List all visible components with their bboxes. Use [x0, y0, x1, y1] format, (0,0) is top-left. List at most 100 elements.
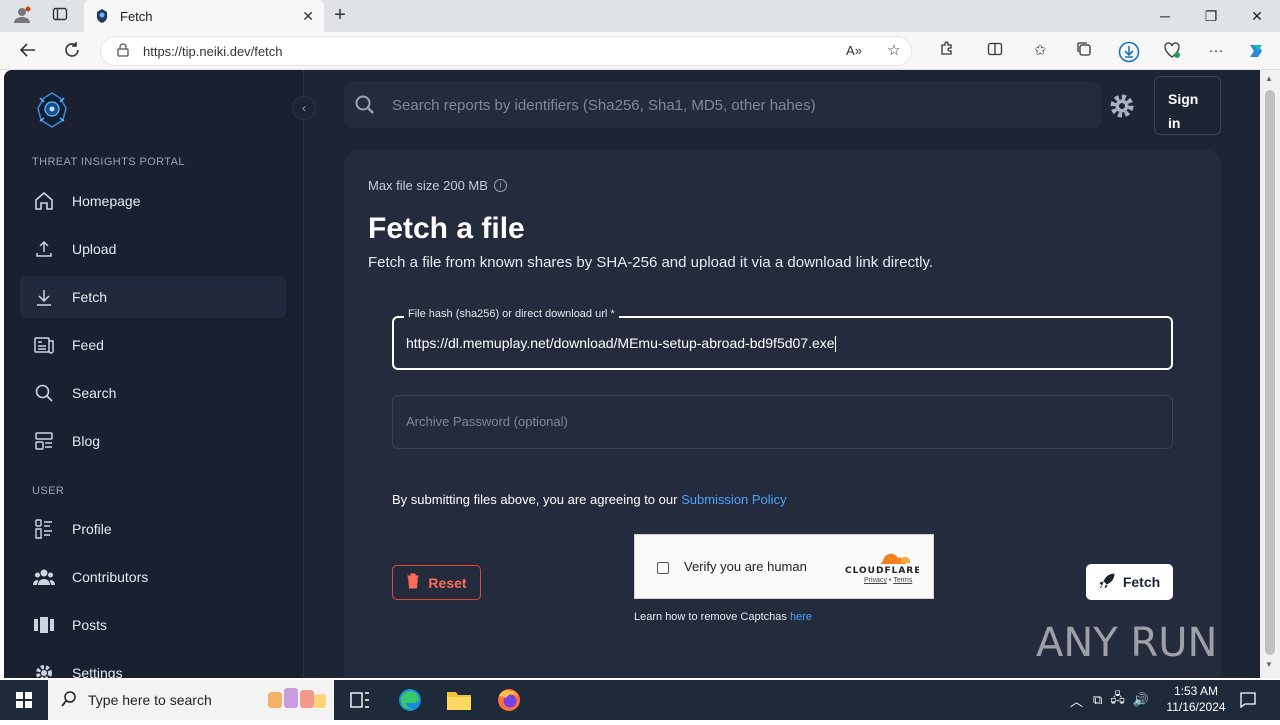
tab-title: Fetch: [120, 8, 153, 24]
sidebar-item-profile[interactable]: Profile: [20, 508, 286, 550]
archive-password-field[interactable]: Archive Password (optional): [392, 395, 1173, 449]
edge-browser-icon[interactable]: [394, 684, 426, 716]
taskbar-search-input[interactable]: Type here to search: [48, 680, 334, 720]
max-file-size-text: Max file size 200 MB: [368, 178, 488, 193]
cloudflare-logo-icon: CLOUDFLARE: [843, 549, 920, 580]
url-text: https://tip.neiki.dev/fetch: [143, 43, 283, 59]
search-icon: [32, 381, 56, 405]
sidebar-item-label: Search: [72, 385, 117, 401]
sidebar-item-blog[interactable]: Blog: [20, 420, 286, 462]
page-scrollbar[interactable]: ▲ ▼: [1260, 70, 1280, 678]
sidebar-item-feed[interactable]: Feed: [20, 324, 286, 366]
sidebar-item-label: Feed: [72, 337, 104, 353]
extensions-icon[interactable]: [937, 41, 957, 61]
submission-policy-note: By submitting files above, you are agree…: [392, 492, 787, 507]
address-toolbar: https://tip.neiki.dev/fetch A» ☆ ✩ ···: [0, 32, 1280, 70]
sidebar-item-label: Blog: [72, 433, 101, 449]
tab-fetch[interactable]: Fetch ✕: [84, 0, 324, 32]
sidebar-item-posts[interactable]: Posts: [20, 604, 286, 646]
search-icon: [354, 94, 376, 120]
tray-device-icon[interactable]: ⧉: [1093, 692, 1102, 708]
captcha-terms-link[interactable]: Terms: [893, 577, 912, 584]
site-favicon-icon: [97, 9, 107, 23]
captcha-links: Privacy • Terms: [864, 577, 912, 584]
collapse-sidebar-chevron-icon[interactable]: ‹: [292, 96, 316, 120]
favorite-star-icon[interactable]: ☆: [884, 41, 904, 61]
info-icon[interactable]: i: [493, 179, 507, 192]
split-screen-icon[interactable]: [985, 41, 1005, 61]
more-menu-icon[interactable]: ···: [1206, 41, 1226, 61]
captcha-note-text: Learn how to remove Captchas: [634, 611, 787, 623]
sidebar-item-label: Posts: [72, 617, 108, 633]
network-icon[interactable]: 🖧: [1110, 689, 1125, 711]
captcha-privacy-link[interactable]: Privacy: [864, 577, 887, 584]
scroll-down-icon[interactable]: ▼: [1265, 660, 1273, 669]
sidebar-item-upload[interactable]: Upload: [20, 228, 286, 270]
sidebar-item-label: Profile: [72, 521, 112, 537]
search-highlight-icon: [264, 686, 328, 717]
close-window-icon[interactable]: ✕: [1234, 0, 1280, 32]
volume-icon[interactable]: 🔊: [1133, 692, 1149, 708]
firefox-icon[interactable]: [493, 684, 525, 716]
settings-gear-icon[interactable]: [1108, 92, 1136, 120]
section-label-portal: THREAT INSIGHTS PORTAL: [32, 156, 185, 168]
collections-icon[interactable]: [1074, 41, 1094, 61]
reset-button[interactable]: Reset: [392, 565, 481, 600]
taskbar-clock[interactable]: 1:53 AM 11/16/2024: [1164, 683, 1228, 715]
sidebar-item-fetch[interactable]: Fetch: [20, 276, 286, 318]
sidebar-item-label: Settings: [72, 665, 123, 678]
captcha-separator: •: [888, 577, 892, 584]
windows-taskbar: Type here to search ︿ ⧉ 🖧 🔊 1:53 AM 11/1…: [0, 680, 1280, 720]
task-view-icon[interactable]: [344, 684, 376, 716]
sidebar-item-settings[interactable]: Settings: [20, 652, 286, 678]
captcha-help-link[interactable]: here: [790, 611, 812, 623]
favorites-icon[interactable]: ✩: [1030, 41, 1050, 61]
back-icon[interactable]: [18, 41, 38, 61]
sign-in-button[interactable]: Sign in: [1154, 76, 1221, 135]
feed-icon: [32, 333, 56, 357]
cloudflare-captcha-widget: Verify you are human CLOUDFLARE Privacy …: [634, 534, 934, 599]
read-aloud-icon[interactable]: A»: [844, 41, 864, 61]
tray-chevron-up-icon[interactable]: ︿: [1070, 691, 1083, 710]
sidebar-item-search[interactable]: Search: [20, 372, 286, 414]
refresh-icon[interactable]: [62, 41, 82, 61]
policy-text: By submitting files above, you are agree…: [392, 492, 678, 507]
sidebar-item-label: Homepage: [72, 193, 141, 209]
clock-time: 1:53 AM: [1173, 684, 1219, 698]
captcha-checkbox[interactable]: [657, 562, 669, 574]
fetch-label: Fetch: [1122, 574, 1161, 590]
notification-icon[interactable]: [1232, 684, 1264, 716]
minimize-icon[interactable]: ─: [1142, 0, 1188, 32]
downloads-icon[interactable]: [1118, 41, 1140, 63]
reset-label: Reset: [428, 574, 467, 591]
posts-icon: [32, 613, 56, 637]
download-arrow-icon: [32, 285, 56, 309]
sign-in-label-line2: in: [1168, 115, 1181, 131]
tab-actions-icon[interactable]: [50, 6, 70, 26]
windows-start-icon[interactable]: [0, 680, 48, 720]
fetch-button[interactable]: Fetch: [1086, 564, 1173, 600]
file-hash-url-value: https://dl.memuplay.net/download/MEmu-se…: [406, 335, 835, 351]
scroll-up-icon[interactable]: ▲: [1265, 74, 1273, 83]
copilot-icon[interactable]: [1246, 41, 1266, 61]
browser-essentials-icon[interactable]: [1162, 41, 1182, 61]
section-label-user: USER: [32, 485, 65, 497]
settings-gear-icon: [32, 661, 56, 678]
restore-icon[interactable]: ❐: [1188, 0, 1234, 32]
clock-date: 11/16/2024: [1166, 700, 1226, 714]
report-search-input[interactable]: Search reports by identifiers (Sha256, S…: [344, 82, 1102, 128]
profile-icon[interactable]: [12, 6, 32, 26]
close-tab-icon[interactable]: ✕: [302, 8, 314, 25]
url-field[interactable]: https://tip.neiki.dev/fetch: [100, 36, 912, 66]
search-placeholder: Search reports by identifiers (Sha256, S…: [392, 96, 816, 114]
sign-in-label-line1: Sign: [1168, 91, 1199, 107]
sidebar-item-contributors[interactable]: Contributors: [20, 556, 286, 598]
sidebar-item-homepage[interactable]: Homepage: [20, 180, 286, 222]
search-icon: [60, 690, 78, 711]
portal-logo[interactable]: [32, 90, 72, 130]
submission-policy-link[interactable]: Submission Policy: [681, 492, 787, 507]
file-hash-url-field[interactable]: File hash (sha256) or direct download ur…: [392, 308, 1173, 370]
new-tab-icon[interactable]: +: [330, 5, 350, 25]
file-explorer-icon[interactable]: [443, 684, 475, 716]
scrollbar-thumb[interactable]: [1265, 90, 1275, 655]
